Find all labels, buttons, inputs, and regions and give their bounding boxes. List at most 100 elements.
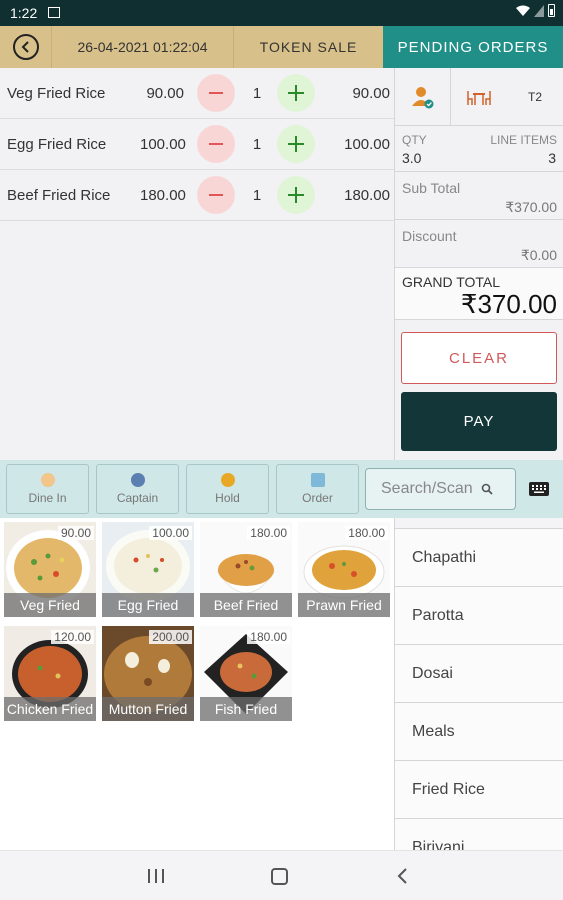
signal-icon	[534, 4, 544, 17]
subtotal-label: Sub Total	[402, 180, 461, 196]
product-price: 180.00	[345, 526, 388, 540]
hold-label: Hold	[215, 491, 240, 505]
product-card[interactable]: 180.00 Prawn Fried	[298, 522, 390, 617]
gallery-notification-icon	[48, 7, 60, 18]
product-price: 90.00	[57, 526, 94, 540]
dine-in-button[interactable]: Dine In	[6, 464, 89, 514]
system-nav-bar	[0, 850, 563, 900]
order-line-qty: 1	[252, 84, 262, 102]
product-card[interactable]: 100.00 Egg Fried	[102, 522, 194, 617]
qty-label: QTY	[402, 133, 427, 147]
pause-icon	[220, 473, 235, 487]
product-card[interactable]: 200.00 Mutton Fried	[102, 626, 194, 721]
category-item[interactable]: Fried Rice	[395, 761, 563, 819]
category-list: Chapathi Parotta Dosai Meals Fried Rice …	[394, 518, 563, 850]
pending-orders-tab[interactable]: PENDING ORDERS	[383, 26, 563, 68]
order-line-name: Veg Fried Rice	[7, 84, 106, 102]
product-name: Egg Fried	[102, 593, 194, 617]
order-button[interactable]: Order	[276, 464, 359, 514]
discount-label: Discount	[402, 228, 457, 244]
product-name: Veg Fried	[4, 593, 96, 617]
line-items-value: 3	[548, 150, 556, 166]
decrease-qty-button[interactable]	[197, 125, 235, 163]
grand-total-value: ₹370.00	[460, 289, 557, 319]
customer-button[interactable]	[395, 68, 451, 125]
product-card[interactable]: 90.00 Veg Fried	[4, 522, 96, 617]
product-price: 200.00	[149, 630, 192, 644]
captain-button[interactable]: Captain	[96, 464, 179, 514]
captain-icon	[130, 473, 145, 487]
order-icon	[310, 473, 325, 487]
increase-qty-button[interactable]	[277, 176, 315, 214]
order-line-name: Beef Fried Rice	[7, 186, 111, 204]
hold-button[interactable]: Hold	[186, 464, 269, 514]
grand-total-label: GRAND TOTAL	[402, 274, 501, 290]
order-line[interactable]: Veg Fried Rice 90.00 1 90.00	[0, 68, 394, 119]
captain-label: Captain	[116, 491, 159, 505]
table-select-button[interactable]	[451, 68, 507, 125]
status-icons	[516, 4, 555, 17]
dining-table-icon	[467, 90, 491, 105]
increase-qty-button[interactable]	[277, 74, 315, 112]
order-line-total: 100.00	[344, 135, 390, 153]
status-bar: 1:22	[0, 0, 563, 26]
back-button[interactable]	[0, 26, 52, 68]
increase-qty-button[interactable]	[277, 125, 315, 163]
product-card[interactable]: 180.00 Fish Fried	[200, 626, 292, 721]
top-header: 26-04-2021 01:22:04 TOKEN SALE PENDING O…	[0, 26, 563, 68]
search-input[interactable]: Search/Scan	[365, 468, 516, 510]
customer-table-bar: T2	[395, 68, 563, 126]
order-line-price: 90.00	[146, 84, 184, 102]
subtotal-row: Sub Total ₹370.00	[395, 172, 563, 220]
order-lines-list: Veg Fried Rice 90.00 1 90.00 Egg Fried R…	[0, 68, 394, 460]
minus-icon	[209, 92, 223, 94]
product-name: Fish Fried	[200, 697, 292, 721]
category-item[interactable]: Meals	[395, 703, 563, 761]
home-icon[interactable]	[271, 868, 288, 885]
discount-value: ₹0.00	[520, 247, 557, 263]
battery-icon	[548, 4, 555, 17]
category-item[interactable]: Parotta	[395, 587, 563, 645]
order-line-qty: 1	[252, 135, 262, 153]
order-line[interactable]: Egg Fried Rice 100.00 1 100.00	[0, 119, 394, 170]
order-line-total: 180.00	[344, 186, 390, 204]
product-card[interactable]: 180.00 Beef Fried	[200, 522, 292, 617]
product-name: Beef Fried	[200, 593, 292, 617]
pay-button[interactable]: PAY	[401, 392, 557, 451]
product-name: Prawn Fried	[298, 593, 390, 617]
category-item[interactable]: Dosai	[395, 645, 563, 703]
order-line[interactable]: Beef Fried Rice 180.00 1 180.00	[0, 170, 394, 221]
product-name: Mutton Fried	[102, 697, 194, 721]
subtotal-value: ₹370.00	[505, 199, 557, 215]
product-name: Chicken Fried	[4, 697, 96, 721]
product-price: 180.00	[247, 526, 290, 540]
order-line-price: 180.00	[140, 186, 186, 204]
line-items-label: LINE ITEMS	[490, 133, 557, 147]
order-line-total: 90.00	[352, 84, 390, 102]
token-sale-tab[interactable]: TOKEN SALE	[234, 26, 383, 68]
back-icon[interactable]	[396, 867, 410, 885]
discount-row[interactable]: Discount ₹0.00	[395, 220, 563, 268]
back-arrow-icon	[12, 34, 39, 60]
table-number: T2	[527, 89, 542, 104]
product-price: 120.00	[51, 630, 94, 644]
status-time: 1:22	[10, 5, 38, 21]
recents-icon[interactable]	[148, 869, 164, 883]
order-line-name: Egg Fried Rice	[7, 135, 107, 153]
product-price: 180.00	[247, 630, 290, 644]
product-card[interactable]: 120.00 Chicken Fried	[4, 626, 96, 721]
keyboard-icon[interactable]	[529, 482, 549, 496]
order-label: Order	[302, 491, 333, 505]
qty-value: 3.0	[402, 150, 422, 166]
wifi-icon	[516, 5, 530, 16]
product-price: 100.00	[149, 526, 192, 540]
action-bar: Dine In Captain Hold Order Search/Scan	[0, 460, 563, 518]
clear-button[interactable]: CLEAR	[401, 332, 557, 384]
order-datetime: 26-04-2021 01:22:04	[52, 26, 234, 68]
order-summary-panel: T2 QTY LINE ITEMS 3.0 3 Sub Total ₹370.0…	[394, 68, 563, 460]
decrease-qty-button[interactable]	[197, 176, 235, 214]
category-item[interactable]: Biriyani	[395, 819, 563, 850]
customer-icon	[411, 86, 433, 108]
decrease-qty-button[interactable]	[197, 74, 235, 112]
category-item[interactable]: Chapathi	[395, 529, 563, 587]
